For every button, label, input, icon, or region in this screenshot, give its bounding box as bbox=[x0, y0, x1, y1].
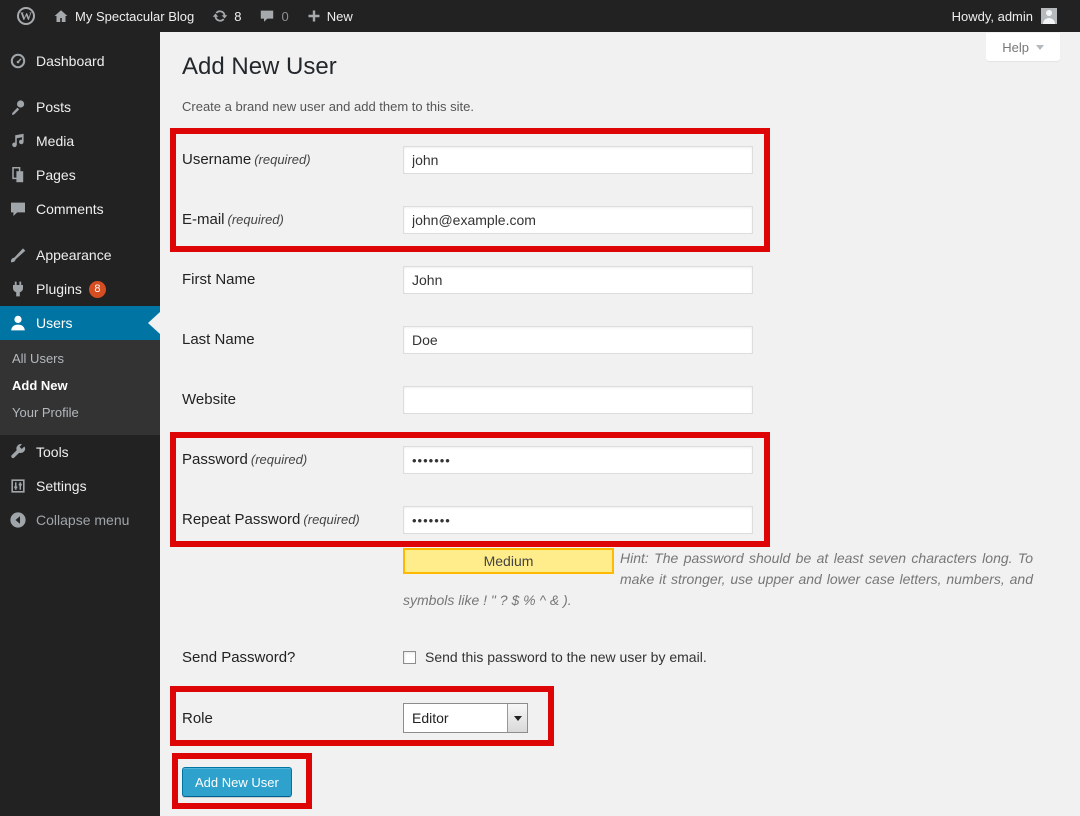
first-name-label: First Name bbox=[182, 271, 255, 288]
posts-icon bbox=[8, 97, 28, 117]
account-menu[interactable]: Howdy, admin bbox=[943, 0, 1066, 32]
last-name-input[interactable] bbox=[403, 326, 753, 354]
comments-link[interactable]: 0 bbox=[250, 0, 297, 32]
comments-bubble-icon bbox=[259, 8, 275, 24]
repeat-password-label: Repeat Password bbox=[182, 511, 300, 528]
site-name: My Spectacular Blog bbox=[75, 9, 194, 24]
repeat-password-input[interactable] bbox=[403, 506, 753, 534]
sidebar-item-comments[interactable]: Comments bbox=[0, 192, 160, 226]
submenu-all-users[interactable]: All Users bbox=[0, 345, 160, 372]
send-password-checkbox-label: Send this password to the new user by em… bbox=[425, 649, 707, 665]
site-name-link[interactable]: My Spectacular Blog bbox=[44, 0, 203, 32]
sidebar-item-dashboard[interactable]: Dashboard bbox=[0, 44, 160, 78]
select-caret-icon bbox=[514, 716, 522, 721]
password-row: Password(required) bbox=[182, 446, 1060, 474]
users-icon bbox=[8, 313, 28, 333]
tools-icon bbox=[8, 442, 28, 462]
email-label: E-mail bbox=[182, 211, 225, 228]
first-name-row: First Name bbox=[182, 266, 1060, 294]
howdy-text: Howdy, admin bbox=[952, 9, 1033, 24]
new-label: New bbox=[327, 9, 353, 24]
submenu-your-profile[interactable]: Your Profile bbox=[0, 399, 160, 426]
sidebar-item-media[interactable]: Media bbox=[0, 124, 160, 158]
send-password-option[interactable]: Send this password to the new user by em… bbox=[403, 649, 707, 665]
website-row: Website bbox=[182, 386, 1060, 414]
page-subtitle: Create a brand new user and add them to … bbox=[182, 98, 1060, 115]
required-note: (required) bbox=[254, 152, 310, 167]
wordpress-menu[interactable]: W bbox=[8, 0, 44, 32]
wordpress-logo-icon: W bbox=[17, 7, 35, 25]
username-row: Username(required) bbox=[182, 146, 1060, 174]
plus-icon bbox=[307, 9, 321, 23]
required-note: (required) bbox=[303, 512, 359, 527]
page-title: Add New User bbox=[182, 52, 1060, 82]
home-icon bbox=[53, 8, 69, 24]
send-password-checkbox[interactable] bbox=[403, 651, 416, 664]
submenu-add-new[interactable]: Add New bbox=[0, 372, 160, 399]
last-name-label: Last Name bbox=[182, 331, 255, 348]
sidebar-item-pages[interactable]: Pages bbox=[0, 158, 160, 192]
select-dropdown-button[interactable] bbox=[507, 704, 527, 732]
email-input[interactable] bbox=[403, 206, 753, 234]
plugins-icon bbox=[8, 279, 28, 299]
comment-count: 0 bbox=[281, 9, 288, 24]
password-label: Password bbox=[182, 451, 248, 468]
comments-icon bbox=[8, 199, 28, 219]
plugins-update-badge: 8 bbox=[89, 281, 106, 298]
new-content-link[interactable]: New bbox=[298, 0, 362, 32]
last-name-row: Last Name bbox=[182, 326, 1060, 354]
help-caret-icon bbox=[1036, 45, 1044, 50]
role-selected-value: Editor bbox=[404, 704, 507, 732]
pages-icon bbox=[8, 165, 28, 185]
role-select[interactable]: Editor bbox=[403, 703, 528, 733]
required-note: (required) bbox=[228, 212, 284, 227]
updates-link[interactable]: 8 bbox=[203, 0, 250, 32]
dashboard-icon bbox=[8, 51, 28, 71]
update-count: 8 bbox=[234, 9, 241, 24]
sidebar-item-collapse-menu[interactable]: Collapse menu bbox=[0, 503, 160, 537]
sidebar-item-posts[interactable]: Posts bbox=[0, 90, 160, 124]
role-label: Role bbox=[182, 710, 403, 727]
password-input[interactable] bbox=[403, 446, 753, 474]
main-content: Help Add New User Create a brand new use… bbox=[160, 32, 1080, 816]
send-password-label: Send Password? bbox=[182, 649, 403, 666]
help-button[interactable]: Help bbox=[986, 33, 1060, 61]
email-row: E-mail(required) bbox=[182, 206, 1060, 234]
repeat-password-row: Repeat Password(required) bbox=[182, 506, 1060, 534]
admin-sidebar: Dashboard Posts Media Pages Comments bbox=[0, 32, 160, 816]
send-password-row: Send Password? Send this password to the… bbox=[182, 647, 1060, 667]
media-icon bbox=[8, 131, 28, 151]
password-strength-meter: Medium bbox=[403, 548, 614, 574]
settings-icon bbox=[8, 476, 28, 496]
required-note: (required) bbox=[251, 452, 307, 467]
sidebar-item-settings[interactable]: Settings bbox=[0, 469, 160, 503]
username-input[interactable] bbox=[403, 146, 753, 174]
website-label: Website bbox=[182, 391, 236, 408]
avatar bbox=[1041, 8, 1057, 24]
username-label: Username bbox=[182, 151, 251, 168]
collapse-icon bbox=[8, 510, 28, 530]
sidebar-item-appearance[interactable]: Appearance bbox=[0, 238, 160, 272]
add-new-user-button[interactable]: Add New User bbox=[182, 767, 292, 797]
role-row: Role Editor bbox=[182, 703, 1060, 733]
appearance-icon bbox=[8, 245, 28, 265]
add-user-form: Username(required) E-mail(required) Firs… bbox=[182, 146, 1060, 797]
website-input[interactable] bbox=[403, 386, 753, 414]
admin-top-bar: W My Spectacular Blog 8 0 New Howdy, adm… bbox=[0, 0, 1080, 32]
sidebar-item-tools[interactable]: Tools bbox=[0, 435, 160, 469]
first-name-input[interactable] bbox=[403, 266, 753, 294]
users-submenu: All Users Add New Your Profile bbox=[0, 340, 160, 435]
sidebar-item-plugins[interactable]: Plugins 8 bbox=[0, 272, 160, 306]
sidebar-item-users[interactable]: Users bbox=[0, 306, 160, 340]
password-strength-area: Medium Hint: The password should be at l… bbox=[403, 548, 1033, 611]
updates-icon bbox=[212, 8, 228, 24]
